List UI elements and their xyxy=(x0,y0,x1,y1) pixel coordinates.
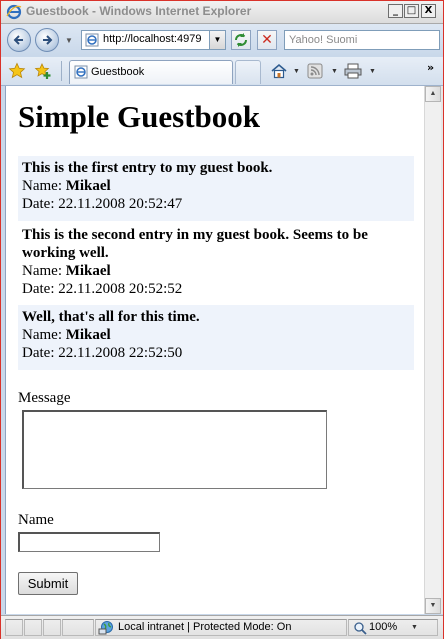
new-tab-button[interactable] xyxy=(235,60,261,84)
name-input[interactable] xyxy=(18,532,160,552)
entry-name: Name: Mikael xyxy=(22,327,111,343)
window-title: Guestbook - Windows Internet Explorer xyxy=(26,4,252,18)
entry-date: Date: 22.11.2008 20:52:52 xyxy=(22,281,183,297)
maximize-button[interactable]: □ xyxy=(404,4,419,18)
search-input[interactable]: Yahoo! Suomi xyxy=(284,30,440,50)
browser-window: Guestbook - Windows Internet Explorer _ … xyxy=(0,0,444,639)
title-bar: Guestbook - Windows Internet Explorer _ … xyxy=(1,1,443,24)
recent-pages-dropdown-icon[interactable]: ▼ xyxy=(65,37,73,45)
refresh-button[interactable] xyxy=(231,30,251,50)
security-zone-text: Local intranet | Protected Mode: On xyxy=(118,621,292,633)
entry-message: This is the first entry to my guest book… xyxy=(22,160,273,176)
forward-button[interactable] xyxy=(35,28,59,52)
tab-label: Guestbook xyxy=(91,66,145,78)
local-intranet-icon xyxy=(98,621,113,635)
url-text: http://localhost:4979 xyxy=(103,33,202,45)
address-toolbar: ▼ http://localhost:4979 ▼ ✕ Yahoo! Suomi xyxy=(1,24,443,56)
scroll-up-button[interactable]: ▲ xyxy=(425,86,441,102)
guestbook-entry: This is the first entry to my guest book… xyxy=(18,156,414,221)
home-dropdown-icon[interactable]: ▼ xyxy=(293,68,300,75)
guestbook-entry: Well, that's all for this time. Name: Mi… xyxy=(18,305,414,370)
add-favorite-icon[interactable] xyxy=(34,62,52,80)
status-bar: Local intranet | Protected Mode: On 100%… xyxy=(1,615,443,639)
forward-arrow-icon xyxy=(43,35,53,45)
window-edge xyxy=(441,86,443,614)
scroll-down-button[interactable]: ▼ xyxy=(425,598,441,614)
guestbook-entry: This is the second entry in my guest boo… xyxy=(18,223,414,305)
page-icon xyxy=(85,33,99,47)
feeds-icon[interactable] xyxy=(306,62,324,80)
print-dropdown-icon[interactable]: ▼ xyxy=(369,68,376,75)
status-cell xyxy=(24,619,42,636)
status-cell xyxy=(5,619,23,636)
internet-explorer-icon xyxy=(6,4,22,20)
zoom-level: 100% xyxy=(369,621,398,633)
vertical-scrollbar[interactable]: ▲ ▼ xyxy=(424,86,441,614)
tab-bar: Guestbook ▼ ▼ ▼ » xyxy=(1,57,443,86)
close-button[interactable]: X xyxy=(421,4,436,18)
tab-guestbook[interactable]: Guestbook xyxy=(69,60,233,84)
entry-name: Name: Mikael xyxy=(22,263,111,279)
more-commands-chevron-icon[interactable]: » xyxy=(427,61,434,74)
address-dropdown-button[interactable]: ▼ xyxy=(209,31,225,49)
zoom-icon xyxy=(354,622,367,635)
status-cell xyxy=(62,619,94,636)
home-icon[interactable] xyxy=(270,62,288,80)
entry-date: Date: 22.11.2008 22:52:50 xyxy=(22,345,183,361)
entry-message: Well, that's all for this time. xyxy=(22,309,200,325)
entry-date: Date: 22.11.2008 20:52:47 xyxy=(22,196,183,212)
status-cell xyxy=(43,619,61,636)
refresh-icon xyxy=(235,33,247,47)
submit-button[interactable]: Submit xyxy=(18,572,78,595)
entry-message: This is the second entry in my guest boo… xyxy=(22,227,368,261)
print-icon[interactable] xyxy=(343,62,363,80)
address-input[interactable]: http://localhost:4979 ▼ xyxy=(81,30,226,50)
stop-button[interactable]: ✕ xyxy=(257,30,277,50)
feeds-dropdown-icon[interactable]: ▼ xyxy=(331,68,338,75)
toolbar-separator xyxy=(61,61,62,81)
zoom-dropdown-icon[interactable]: ▼ xyxy=(411,624,418,631)
page-viewport: Simple Guestbook This is the first entry… xyxy=(5,86,424,614)
search-placeholder: Yahoo! Suomi xyxy=(289,34,358,46)
message-textarea[interactable] xyxy=(22,410,327,489)
message-label: Message xyxy=(18,390,71,406)
name-label: Name xyxy=(18,512,54,528)
page-title: Simple Guestbook xyxy=(18,99,261,134)
back-arrow-icon xyxy=(13,35,23,45)
back-button[interactable] xyxy=(7,28,31,52)
favorites-star-icon[interactable] xyxy=(8,62,26,80)
page-icon xyxy=(74,65,88,79)
minimize-button[interactable]: _ xyxy=(388,4,403,18)
entry-name: Name: Mikael xyxy=(22,178,111,194)
